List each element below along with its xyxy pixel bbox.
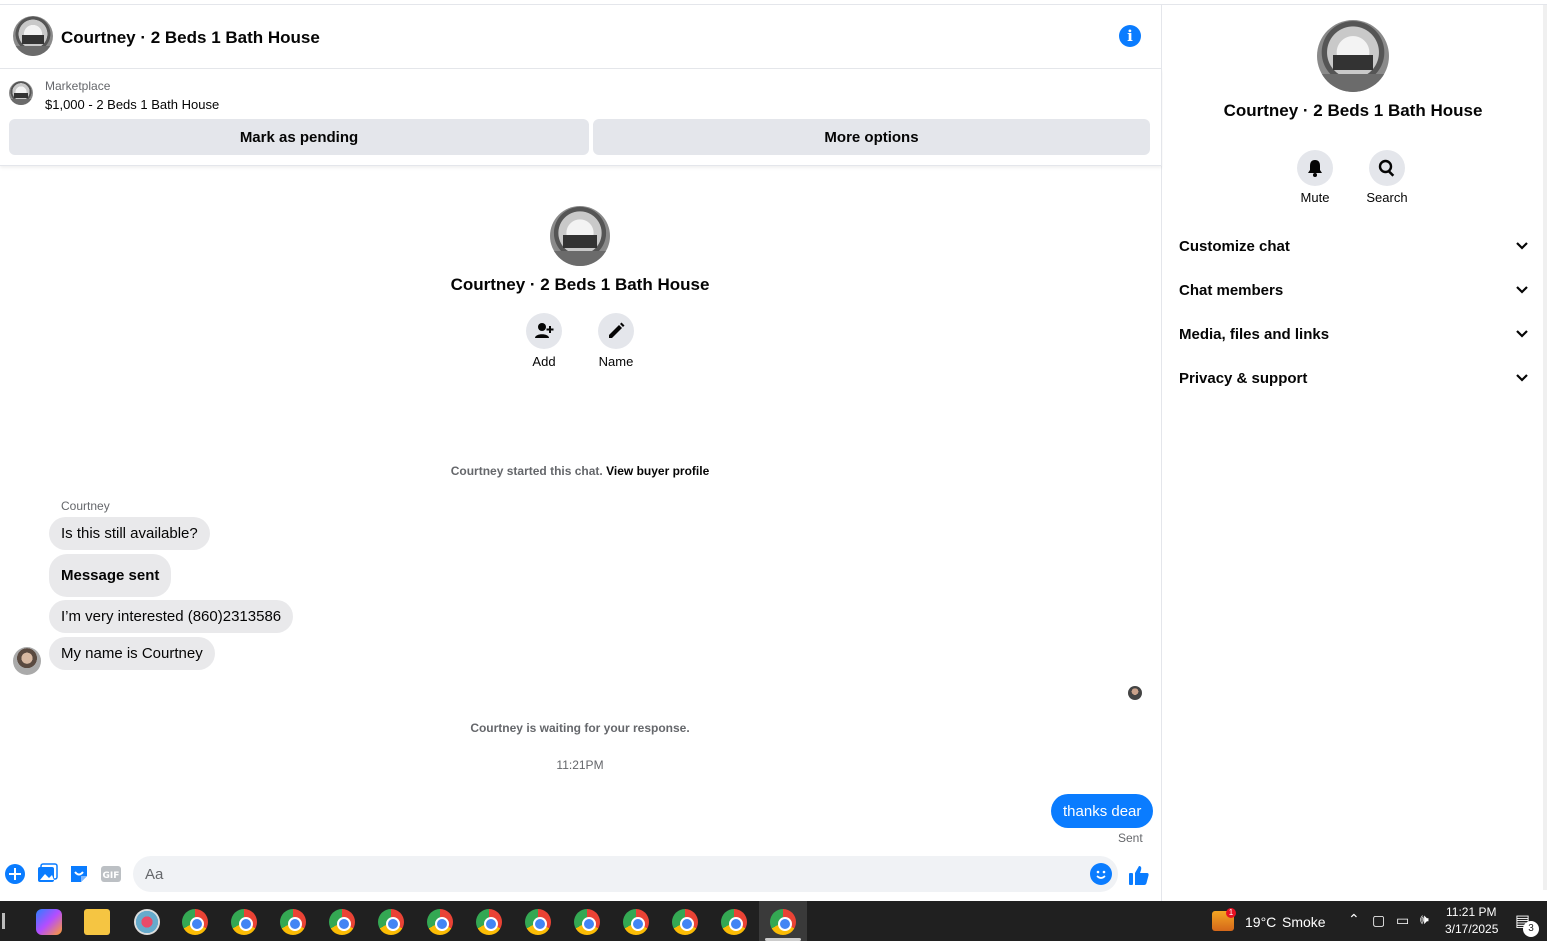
marketplace-banner: Marketplace $1,000 - 2 Beds 1 Bath House… (0, 69, 1162, 166)
chrome-icon[interactable] (525, 909, 551, 935)
volume-icon[interactable]: 🕪 (1420, 911, 1429, 928)
listing-thumbnail[interactable] (9, 81, 33, 105)
view-buyer-profile-link[interactable]: View buyer profile (606, 464, 709, 478)
search-label: Search (1366, 190, 1408, 205)
sender-name: Courtney (61, 499, 110, 513)
section-label: Privacy & support (1179, 369, 1308, 387)
chrome-icon[interactable] (280, 909, 306, 935)
search-button[interactable] (1369, 150, 1405, 186)
info-icon[interactable]: i (1119, 25, 1141, 47)
pencil-icon (609, 322, 625, 338)
network-icon[interactable]: ▭ (1396, 912, 1409, 929)
sender-avatar[interactable] (13, 647, 41, 675)
message-bubble[interactable]: I’m very interested (860)2313586 (49, 600, 294, 633)
svg-text:GIF: GIF (103, 871, 120, 881)
mark-pending-button[interactable]: Mark as pending (9, 119, 589, 155)
chrome-icon[interactable] (427, 909, 453, 935)
chrome-icon[interactable] (378, 909, 404, 935)
add-people-button[interactable] (526, 313, 562, 349)
weather-badge: 1 (1226, 908, 1236, 918)
chrome-icon[interactable] (574, 909, 600, 935)
scrollbar[interactable] (1543, 5, 1547, 890)
section-label: Media, files and links (1179, 325, 1330, 343)
message-bubble[interactable]: Message sent (49, 554, 172, 597)
chat-header: Courtney · 2 Beds 1 Bath House i (0, 5, 1162, 69)
more-options-button[interactable]: More options (593, 119, 1150, 155)
section-label: Customize chat (1179, 237, 1290, 255)
chrome-icon[interactable] (721, 909, 747, 935)
chat-title[interactable]: Courtney · 2 Beds 1 Bath House (61, 28, 320, 48)
intro-avatar (550, 206, 610, 266)
chevron-down-icon (1516, 242, 1528, 250)
chrome-icon[interactable] (476, 909, 502, 935)
chat-avatar[interactable] (13, 16, 53, 56)
add-person-icon (535, 323, 554, 338)
waiting-notice: Courtney is waiting for your response. (470, 721, 690, 735)
edit-name-button[interactable] (598, 313, 634, 349)
details-title: Courtney · 2 Beds 1 Bath House (1223, 101, 1483, 120)
listing-title[interactable]: $1,000 - 2 Beds 1 Bath House (45, 97, 219, 112)
clock-time[interactable]: 11:21 PM (1446, 905, 1496, 919)
section-chat-members[interactable]: Chat members (1179, 278, 1529, 302)
sticker-icon[interactable] (68, 863, 90, 885)
paint-icon[interactable] (134, 909, 160, 935)
bell-icon (1308, 160, 1322, 177)
photo-icon[interactable] (36, 863, 58, 885)
name-label: Name (598, 354, 634, 369)
message-input[interactable] (133, 856, 1118, 892)
file-explorer-icon[interactable] (84, 909, 110, 935)
search-icon (1378, 159, 1395, 177)
gif-icon[interactable]: GIF (100, 863, 122, 885)
chrome-icon[interactable] (329, 909, 355, 935)
add-label: Add (532, 354, 556, 369)
chat-pane: Courtney · 2 Beds 1 Bath House i Marketp… (0, 5, 1162, 901)
message-bubble[interactable]: Is this still available? (49, 517, 210, 550)
copilot-icon[interactable] (36, 909, 62, 935)
chrome-icon[interactable] (231, 909, 257, 935)
section-label: Chat members (1179, 281, 1284, 299)
messenger-window: Courtney · 2 Beds 1 Bath House i Marketp… (0, 0, 1547, 901)
intro-title: Courtney · 2 Beds 1 Bath House (450, 275, 710, 294)
weather-description[interactable]: Smoke (1282, 914, 1326, 930)
chrome-icon-active[interactable] (770, 909, 796, 935)
chat-details-panel: Courtney · 2 Beds 1 Bath House Mute Sear… (1163, 5, 1547, 901)
details-avatar (1317, 20, 1389, 92)
message-bubble[interactable]: My name is Courtney (49, 637, 215, 670)
section-media-files-links[interactable]: Media, files and links (1179, 322, 1529, 346)
marketplace-label: Marketplace (45, 79, 111, 93)
thumbs-up-icon[interactable] (1128, 864, 1150, 886)
weather-temperature[interactable]: 19°C (1245, 914, 1276, 930)
chrome-icon[interactable] (623, 909, 649, 935)
mute-label: Mute (1300, 190, 1330, 205)
emoji-icon[interactable] (1090, 863, 1112, 885)
notification-count: 3 (1523, 921, 1539, 937)
chevron-down-icon (1516, 374, 1528, 382)
mute-button[interactable] (1297, 150, 1333, 186)
section-privacy-support[interactable]: Privacy & support (1179, 366, 1529, 390)
composer-bar: GIF (0, 851, 1162, 901)
started-text: Courtney started this chat. (450, 464, 603, 478)
plus-icon[interactable] (4, 863, 26, 885)
message-timestamp: 11:21PM (556, 758, 604, 772)
taskbar-divider (2, 913, 5, 929)
clock-date[interactable]: 3/17/2025 (1445, 922, 1498, 936)
section-customize-chat[interactable]: Customize chat (1179, 234, 1529, 258)
chevron-down-icon (1516, 330, 1528, 338)
chevron-up-icon[interactable]: ⌃ (1348, 911, 1360, 928)
outgoing-message-bubble[interactable]: thanks dear (1051, 794, 1154, 828)
chrome-icon[interactable] (182, 909, 208, 935)
sent-status: Sent (1118, 831, 1143, 845)
meet-icon[interactable]: ▢ (1372, 912, 1385, 929)
chat-started-notice: Courtney started this chat. View buyer p… (0, 464, 1160, 478)
chevron-down-icon (1516, 286, 1528, 294)
chrome-icon[interactable] (672, 909, 698, 935)
read-receipt-avatar (1128, 686, 1142, 700)
windows-taskbar: 1 19°C Smoke ⌃ ▢ ▭ 🕪 11:21 PM 3/17/2025 … (0, 901, 1547, 941)
